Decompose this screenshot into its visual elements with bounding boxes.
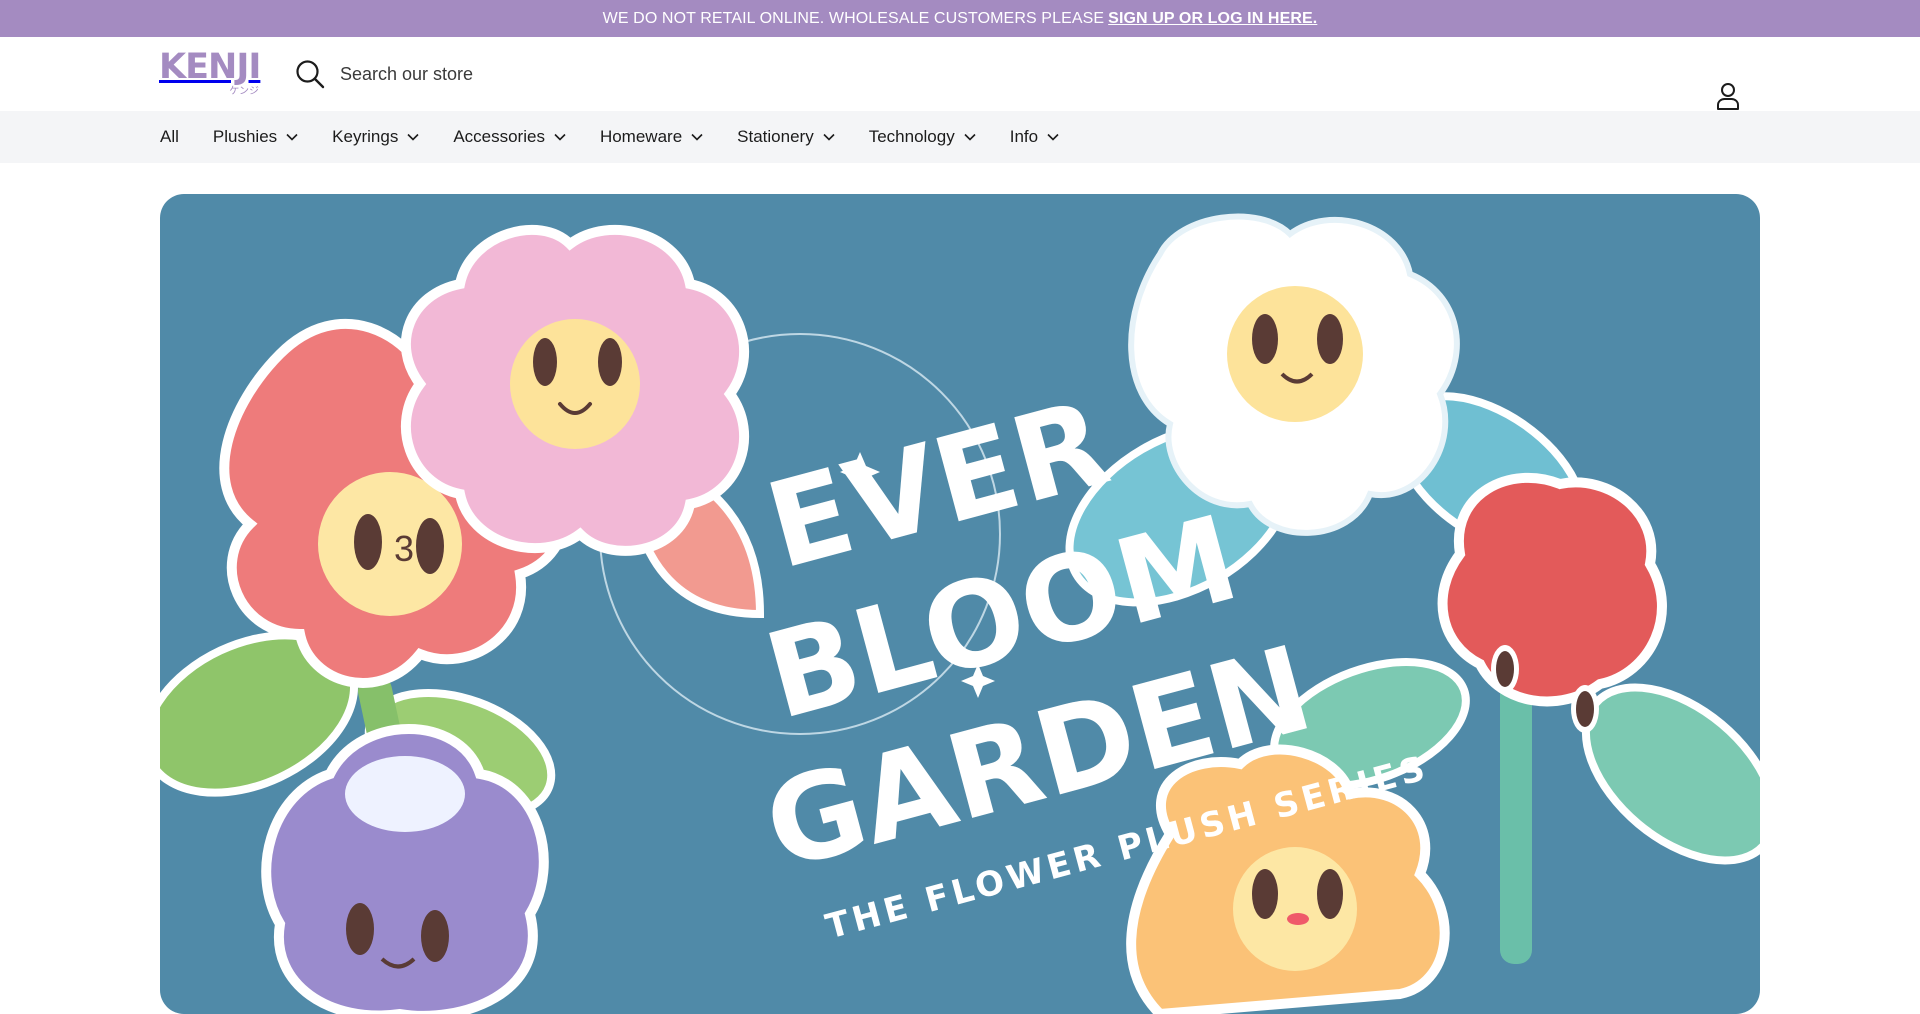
account-icon[interactable] — [1714, 81, 1742, 111]
nav-label: Accessories — [453, 127, 545, 146]
main-nav: All Plushies Keyrings Accessories Homewa… — [0, 111, 1920, 163]
logo-katakana: ケンジ — [229, 86, 259, 97]
nav-label: Info — [1009, 127, 1039, 146]
chevron-down-icon — [286, 133, 298, 141]
nav-label: Stationery — [737, 127, 814, 146]
nav-label: Homeware — [599, 127, 683, 146]
nav-label: Keyrings — [332, 127, 399, 146]
nav-label: All — [160, 127, 179, 146]
nav-item-all[interactable]: All — [160, 127, 179, 147]
chevron-down-icon — [1047, 133, 1059, 141]
nav-item-technology[interactable]: Technology — [869, 127, 976, 147]
search-bar — [295, 55, 840, 93]
svg-text:3: 3 — [394, 528, 414, 569]
nav-label: Plushies — [212, 127, 278, 146]
hero-illustration: 3 EVER BLOOM GARDEN THE FLOWER PLUSH SER… — [160, 213, 1760, 1014]
site-logo[interactable]: KENJI ケンジ — [159, 50, 263, 98]
nav-item-homeware[interactable]: Homeware — [600, 127, 703, 147]
nav-label: Technology — [868, 127, 955, 146]
signup-login-link[interactable]: SIGN UP OR LOG IN HERE. — [1108, 10, 1317, 28]
nav-item-accessories[interactable]: Accessories — [453, 127, 566, 147]
announcement-text: WE DO NOT RETAIL ONLINE. WHOLESALE CUSTO… — [602, 9, 1105, 27]
site-header: KENJI ケンジ — [0, 37, 1920, 111]
logo-wordmark: KENJI — [159, 47, 261, 87]
search-icon[interactable] — [295, 59, 325, 89]
hero-banner[interactable]: 3 EVER BLOOM GARDEN THE FLOWER PLUSH SER… — [160, 194, 1760, 1014]
chevron-down-icon — [964, 133, 976, 141]
announcement-bar: WE DO NOT RETAIL ONLINE. WHOLESALE CUSTO… — [0, 0, 1920, 37]
nav-item-keyrings[interactable]: Keyrings — [332, 127, 419, 147]
nav-item-info[interactable]: Info — [1010, 127, 1059, 147]
nav-item-plushies[interactable]: Plushies — [213, 127, 298, 147]
nav-item-stationery[interactable]: Stationery — [737, 127, 835, 147]
chevron-down-icon — [691, 133, 703, 141]
search-input[interactable] — [340, 63, 840, 85]
chevron-down-icon — [823, 133, 835, 141]
chevron-down-icon — [407, 133, 419, 141]
chevron-down-icon — [554, 133, 566, 141]
